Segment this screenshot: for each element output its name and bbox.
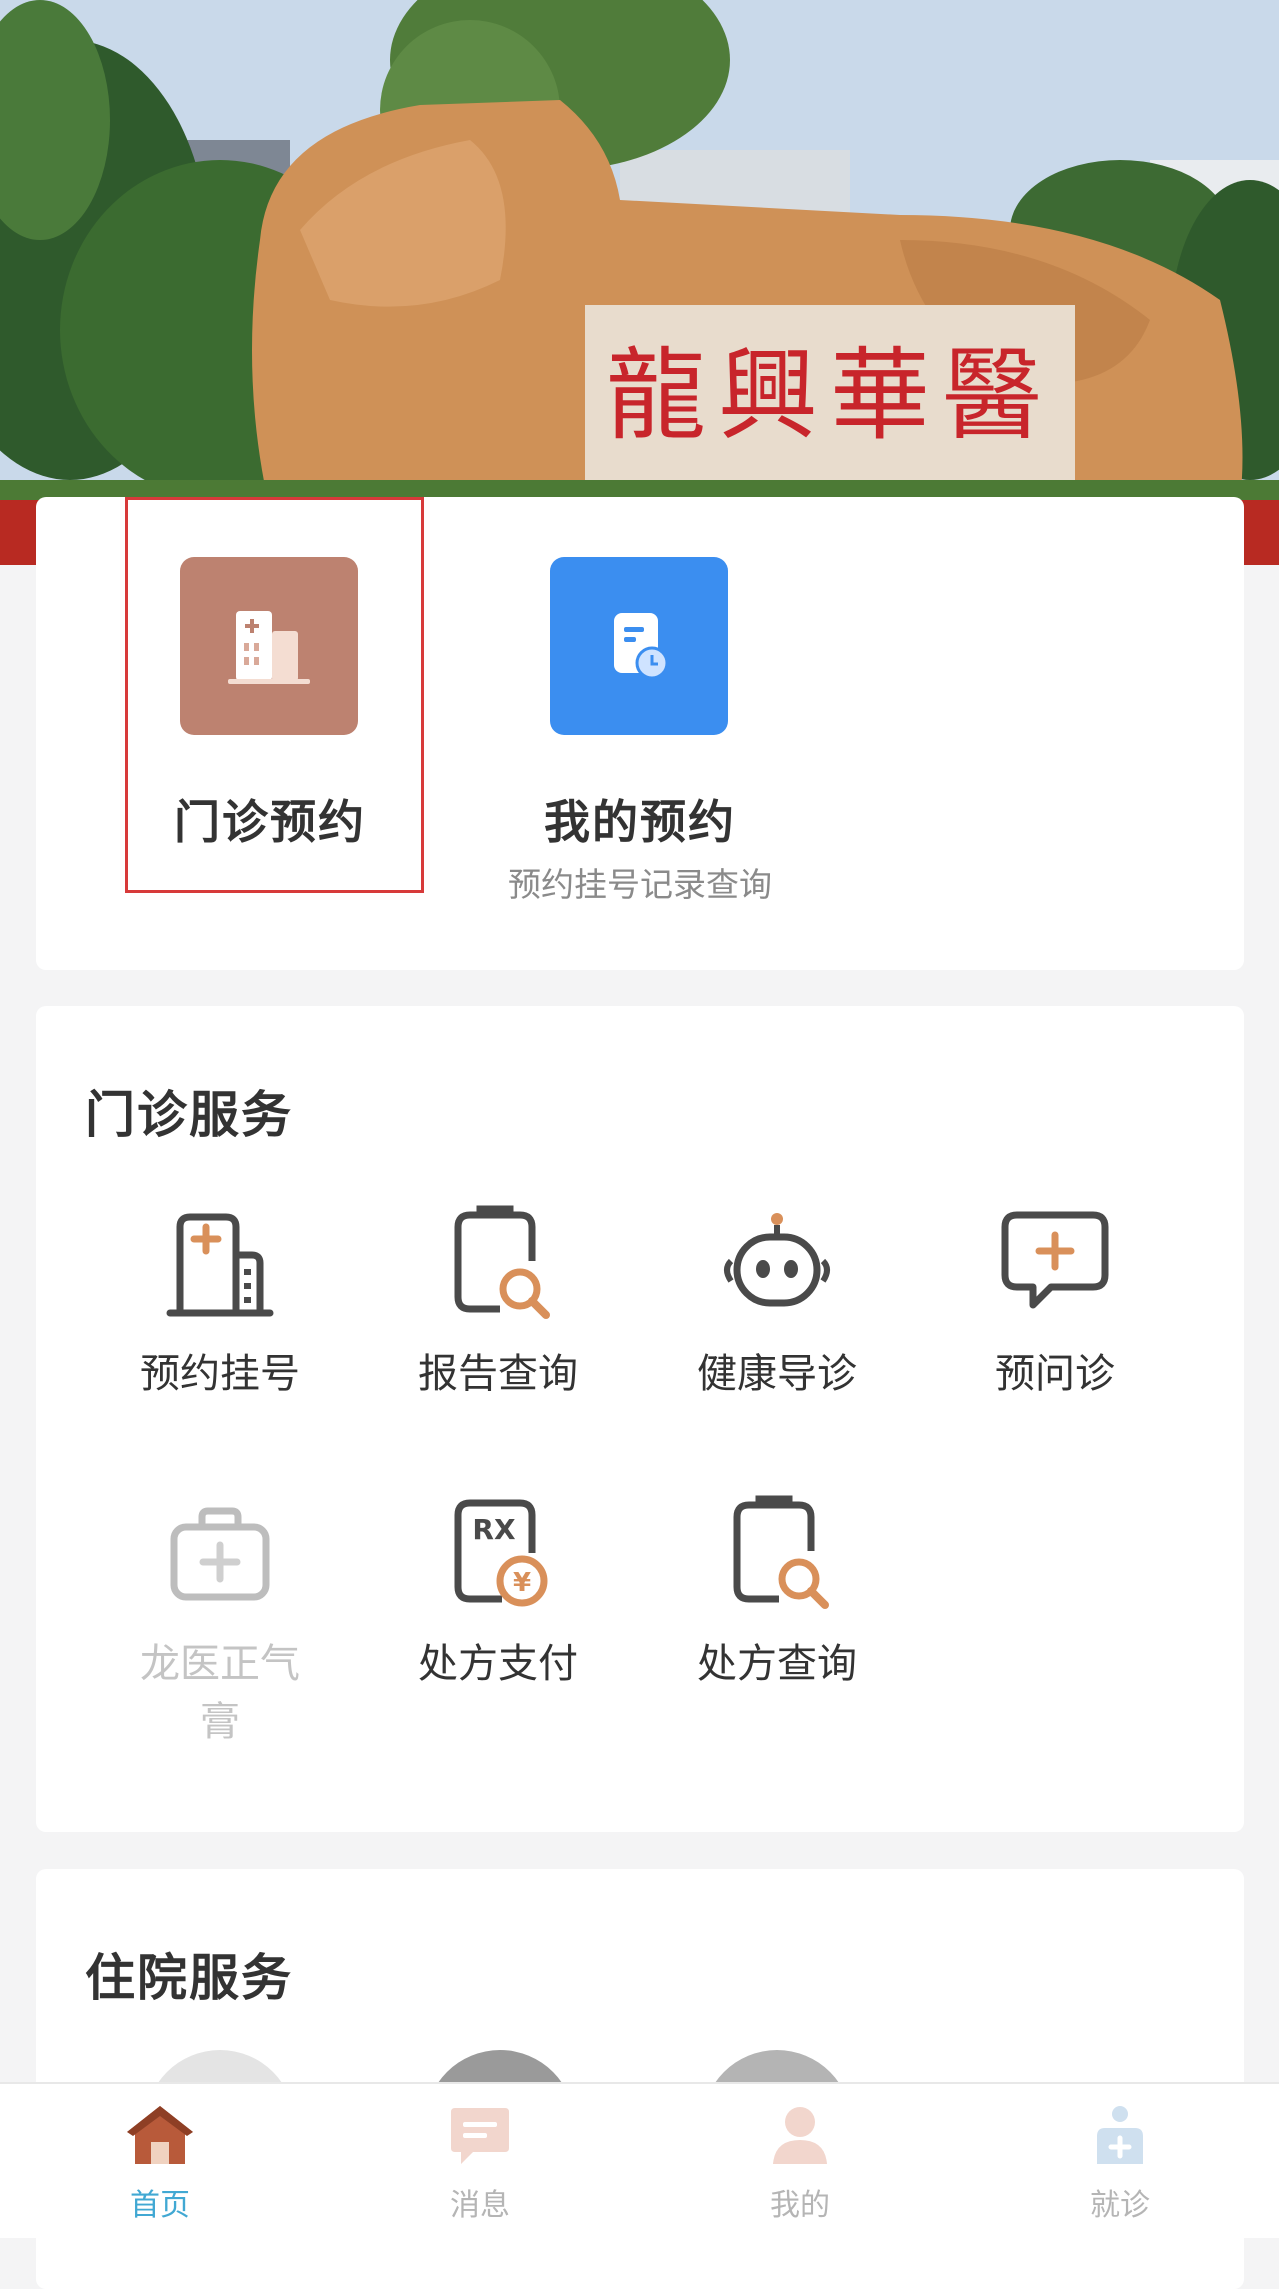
tab-label: 首页 [130, 2188, 190, 2223]
tab-label: 消息 [450, 2188, 510, 2223]
service-prescription-query[interactable]: 处方查询 [652, 1495, 902, 1693]
service-label: 健康导诊 [697, 1351, 857, 1397]
rx-payment-icon: RX ¥ [454, 1499, 548, 1607]
banner-image: 龍興華醫 [0, 0, 1279, 565]
user-icon [773, 2107, 827, 2164]
section-title-inpatient: 住院服务 [85, 1949, 293, 2007]
bottom-tab-bar: 首页 消息 我的 就诊 [0, 2082, 1279, 2238]
tab-label: 我的 [770, 2188, 830, 2223]
service-label: 处方查询 [697, 1641, 857, 1687]
stone-inscription-text: 龍興華醫 [606, 337, 1054, 454]
message-icon [451, 2108, 509, 2164]
hero-banner: 龍興華醫 [0, 0, 1279, 565]
stone-inscription: 龍興華醫 [606, 337, 1054, 454]
prescription-search-icon [733, 1495, 829, 1609]
tab-clinic[interactable]: 就诊 [1030, 2102, 1210, 2224]
svg-text:RX: RX [472, 1513, 516, 1546]
service-label: 预问诊 [995, 1351, 1115, 1397]
tab-home[interactable]: 首页 [70, 2102, 250, 2224]
section-title-outpatient: 门诊服务 [85, 1086, 293, 1144]
service-appointment-registration[interactable]: 预约挂号 [95, 1205, 345, 1403]
service-label: 预约挂号 [140, 1351, 300, 1397]
service-pre-consultation[interactable]: 预问诊 [930, 1205, 1180, 1403]
svg-text:¥: ¥ [513, 1568, 531, 1598]
hospital-register-icon [166, 1213, 274, 1317]
highlight-box [125, 497, 424, 893]
report-search-icon [454, 1205, 550, 1319]
service-label: 处方支付 [418, 1641, 578, 1687]
tab-messages[interactable]: 消息 [390, 2102, 570, 2224]
clinic-icon [1097, 2106, 1143, 2164]
service-label: 报告查询 [418, 1351, 578, 1397]
service-health-guide[interactable]: 健康导诊 [652, 1205, 902, 1403]
service-prescription-payment[interactable]: RX ¥ 处方支付 [373, 1495, 623, 1693]
service-report-query[interactable]: 报告查询 [373, 1205, 623, 1403]
medical-kit-icon [170, 1507, 270, 1601]
home-icon [127, 2106, 193, 2164]
service-longyi-ointment[interactable]: 龙医正气膏 [95, 1495, 345, 1751]
service-label: 龙医正气膏 [140, 1641, 300, 1745]
tab-label: 就诊 [1090, 2188, 1150, 2223]
robot-guide-icon [724, 1213, 830, 1307]
chat-plus-icon [1001, 1211, 1109, 1309]
tab-mine[interactable]: 我的 [710, 2102, 890, 2224]
quick-action-title: 我的预约 [544, 795, 736, 849]
appointment-record-icon [550, 557, 728, 735]
quick-action-subtitle: 预约挂号记录查询 [508, 865, 772, 904]
